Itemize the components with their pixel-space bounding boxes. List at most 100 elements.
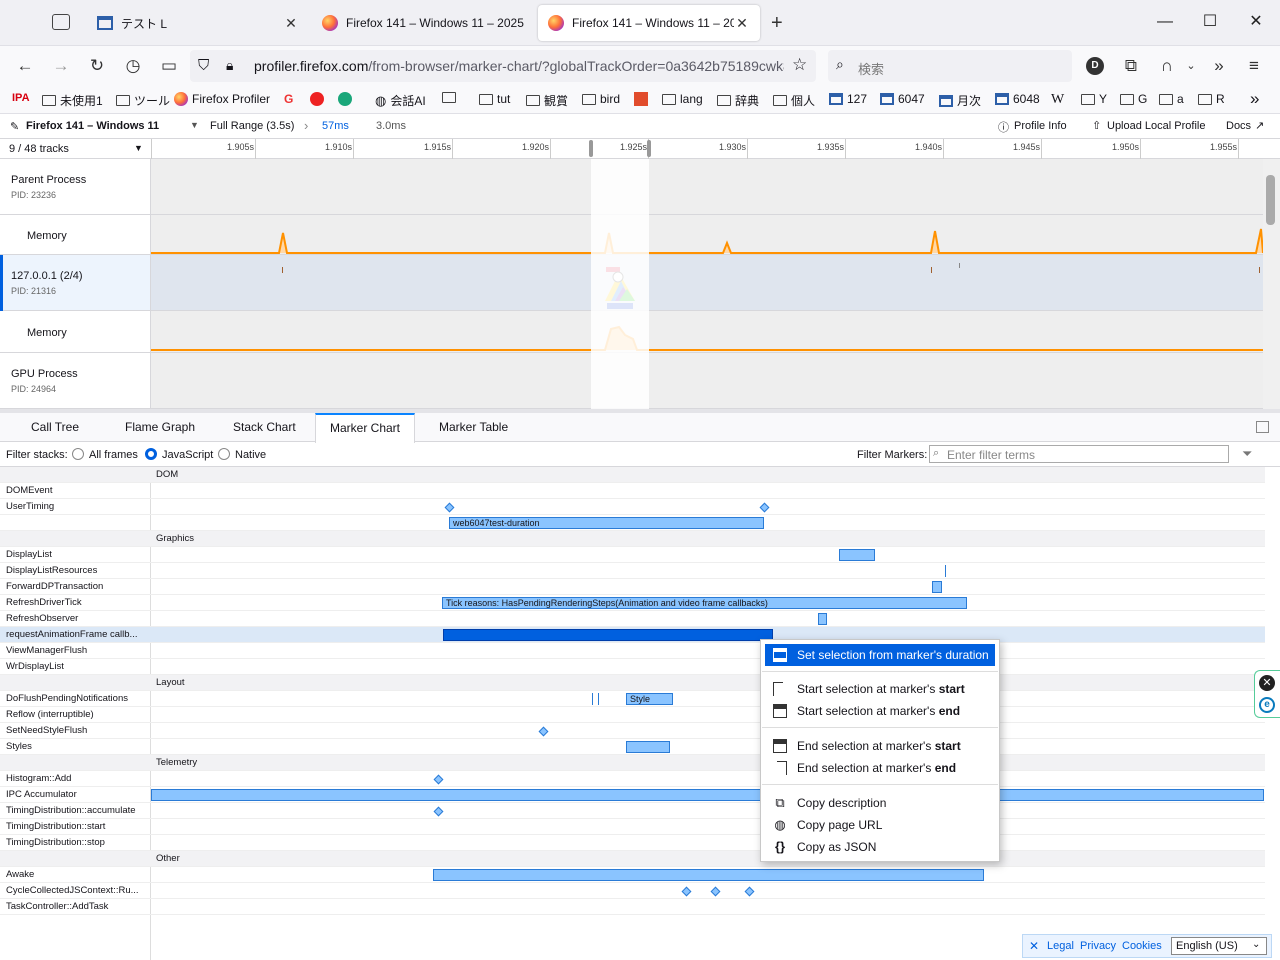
marker-displaylist[interactable] — [839, 549, 875, 561]
marker-row[interactable]: WrDisplayList — [0, 659, 1265, 675]
bookmark-folder[interactable]: 観賞 — [526, 92, 568, 109]
bookmark-item[interactable]: ◍ 会話AI — [375, 92, 426, 109]
marker-row[interactable]: DisplayList — [0, 547, 1265, 563]
menu-end-at-start[interactable]: End selection at marker's start — [765, 735, 995, 757]
lock-icon[interactable]: 🔒︎ — [226, 57, 233, 74]
marker-row[interactable]: Histogram::Add — [0, 771, 1265, 787]
menu-start-at-end[interactable]: Start selection at marker's end — [765, 700, 995, 722]
filter-markers-input[interactable]: ⌕ Enter filter terms — [929, 445, 1229, 463]
marker-refreshdrivertick[interactable]: Tick reasons: HasPendingRenderingSteps(A… — [442, 597, 967, 609]
marker-awake[interactable] — [433, 869, 984, 881]
bookmark-item[interactable]: 月次 — [939, 92, 981, 109]
close-icon[interactable]: ✕ — [283, 15, 299, 32]
marker-doflush[interactable] — [592, 693, 593, 705]
overflow-chevrons-icon[interactable]: » — [1250, 89, 1259, 109]
breadcrumb-full-range[interactable]: Full Range (3.5s) — [210, 120, 294, 132]
back-icon[interactable]: ← — [14, 55, 36, 77]
marker-row[interactable]: DOMEvent — [0, 483, 1265, 499]
marker-ipc-accumulator[interactable] — [151, 789, 1264, 801]
bookmark-item[interactable]: IPA — [12, 92, 30, 104]
selection-handle-end[interactable] — [647, 140, 651, 157]
history-icon[interactable]: ◷ — [122, 55, 144, 77]
language-select[interactable]: English (US) ⌄ — [1171, 937, 1267, 955]
track-graph-memory-parent[interactable] — [151, 215, 1263, 255]
close-icon[interactable]: ✕ — [734, 15, 750, 32]
bookmark-folder[interactable]: 未使用1 — [42, 92, 103, 109]
radio-javascript[interactable]: JavaScript — [145, 448, 213, 461]
extensions-icon[interactable]: ⧉ — [1120, 55, 1142, 77]
marker-row[interactable]: CycleCollectedJSContext::Ru... — [0, 883, 1265, 899]
profile-name[interactable]: Firefox 141 – Windows 11 — [26, 120, 159, 132]
tab-marker-table[interactable]: Marker Table — [425, 413, 522, 442]
bookmark-item[interactable]: 6048 — [995, 92, 1040, 106]
tab-1[interactable]: テスト L ✕ — [87, 5, 309, 41]
sidebar-icon[interactable]: ▭ — [158, 55, 180, 77]
privacy-link[interactable]: Privacy — [1080, 940, 1116, 952]
legal-link[interactable]: Legal — [1047, 940, 1074, 952]
bookmark-item[interactable] — [310, 92, 324, 106]
new-tab-icon[interactable]: + — [771, 12, 783, 35]
marker-refreshobserver[interactable] — [818, 613, 827, 625]
marker-row[interactable]: UserTiming — [0, 499, 1265, 515]
overflow-chevrons-icon[interactable]: » — [1208, 55, 1230, 77]
maximize-icon[interactable]: ☐ — [1200, 12, 1220, 32]
extension-e-icon[interactable]: e — [1259, 697, 1275, 713]
marker-raf-selected[interactable] — [443, 629, 773, 641]
shield-icon[interactable]: ⛉ — [198, 57, 209, 74]
menu-copy-page-url[interactable]: ◍ Copy page URL — [765, 814, 995, 836]
account-avatar[interactable]: D — [1086, 57, 1104, 75]
url-bar[interactable]: ⛉ 🔒︎ profiler.firefox.com/from-browser/m… — [190, 50, 816, 82]
filter-icon[interactable]: ⏷ — [1242, 446, 1252, 462]
search-bar[interactable]: ⌕ 検索 — [828, 50, 1072, 82]
radio-all-frames[interactable]: All frames — [72, 448, 138, 461]
menu-copy-json[interactable]: {} Copy as JSON — [765, 836, 995, 858]
selection-handle-start[interactable] — [589, 140, 593, 157]
track-parent-process[interactable]: Parent Process PID: 23236 — [0, 159, 151, 215]
marker-row[interactable]: TimingDistribution::start — [0, 819, 1265, 835]
bookmark-folder[interactable]: Y — [1081, 92, 1107, 106]
marker-row[interactable]: DisplayListResources — [0, 563, 1265, 579]
tab-2[interactable]: Firefox 141 – Windows 11 – 2025 — [312, 5, 534, 41]
reload-icon[interactable]: ↻ — [86, 55, 108, 77]
tab-stack-chart[interactable]: Stack Chart — [219, 413, 310, 442]
tab-call-tree[interactable]: Call Tree — [17, 413, 93, 442]
marker-forwarddptransaction[interactable] — [932, 581, 942, 593]
tab-3-active[interactable]: Firefox 141 – Windows 11 – 2025 ✕ — [538, 5, 760, 41]
marker-row[interactable]: TimingDistribution::accumulate — [0, 803, 1265, 819]
bookmark-folder[interactable]: a — [1159, 92, 1184, 106]
bookmark-star-icon[interactable]: ☆ — [792, 55, 807, 75]
bookmark-item[interactable] — [634, 92, 648, 106]
track-graph-content[interactable] — [151, 255, 1263, 311]
wikipedia-icon[interactable]: W — [1051, 92, 1064, 108]
bookmark-folder[interactable]: 個人 — [773, 92, 815, 109]
bookmark-folder[interactable]: lang — [662, 92, 703, 106]
timeline-selection[interactable] — [591, 159, 649, 409]
cookies-link[interactable]: Cookies — [1122, 940, 1162, 952]
marker-row[interactable]: ViewManagerFlush — [0, 643, 1265, 659]
upload-button[interactable]: Upload Local Profile — [1107, 120, 1205, 132]
marker-chart[interactable]: DOM DOMEvent UserTiming Graphics DisplayList… — [0, 467, 1280, 960]
tracks-scrollbar[interactable] — [1263, 159, 1280, 409]
track-graph-parent[interactable] — [151, 159, 1263, 215]
marker-displaylistresources[interactable] — [945, 565, 946, 577]
track-graph-gpu[interactable] — [151, 353, 1263, 409]
profile-info-button[interactable]: Profile Info — [1014, 120, 1067, 132]
marker-usertiming-duration[interactable]: web6047test-duration — [449, 517, 764, 529]
bookmark-item[interactable]: Firefox Profiler — [174, 92, 270, 106]
chevron-down-icon[interactable]: ⌄ — [1180, 55, 1202, 77]
bookmark-folder[interactable]: 辞典 — [717, 92, 759, 109]
chevron-down-icon[interactable]: ▼ — [190, 120, 199, 130]
bookmark-folder[interactable]: R — [1198, 92, 1225, 106]
marker-row[interactable]: ForwardDPTransaction — [0, 579, 1265, 595]
headphones-icon[interactable]: ∩ — [1156, 55, 1178, 77]
sidebar-toggle-icon[interactable] — [1256, 421, 1269, 433]
menu-icon[interactable]: ≡ — [1243, 55, 1265, 77]
track-memory-parent[interactable]: Memory — [17, 215, 151, 255]
bookmark-folder[interactable]: G — [1120, 92, 1147, 106]
bookmark-item[interactable] — [338, 92, 352, 106]
bookmark-folder[interactable]: bird — [582, 92, 620, 106]
track-gpu-process[interactable]: GPU Process PID: 24964 — [0, 353, 151, 409]
menu-copy-description[interactable]: ⧉ Copy description — [765, 792, 995, 814]
marker-doflush[interactable] — [598, 693, 599, 705]
radio-native[interactable]: Native — [218, 448, 266, 461]
